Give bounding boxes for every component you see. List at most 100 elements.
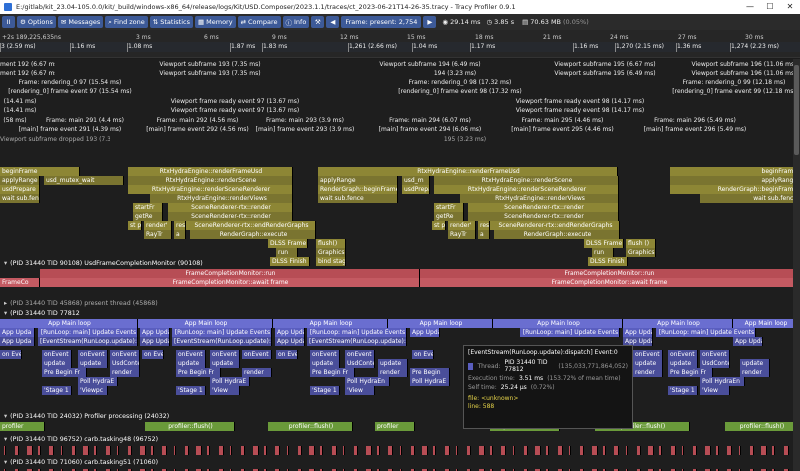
zone[interactable]: onEvent xyxy=(110,350,140,359)
frame-span[interactable]: Viewport subframe 193 (7.35 ms) xyxy=(120,69,300,78)
zone[interactable]: update xyxy=(210,359,240,368)
task-zone[interactable] xyxy=(489,446,493,455)
zone[interactable]: RtxHydraEngine::renderSceneRenderer xyxy=(128,185,293,194)
task-zone[interactable] xyxy=(410,446,415,455)
zone[interactable]: run xyxy=(276,248,298,257)
zone[interactable]: update xyxy=(378,359,408,368)
vertical-scrollbar[interactable] xyxy=(793,59,800,471)
zone[interactable]: usd_mutex_wait xyxy=(44,176,124,185)
task-zone[interactable] xyxy=(207,446,211,455)
zone[interactable]: onEvent xyxy=(345,350,375,359)
frame-span[interactable]: ment 192 (6.67 ms) xyxy=(0,69,55,78)
thread-header[interactable]: ▾ (PID 31440 TID 71060) carb.tasking51 (7… xyxy=(0,458,800,468)
frame-span[interactable]: Viewport subframe 196 (11.06 ms) xyxy=(690,60,798,69)
zone[interactable]: App Main loop xyxy=(273,319,388,328)
zone[interactable]: App Upda xyxy=(410,328,440,337)
frame-marker[interactable]: 3 (2.59 ms) xyxy=(0,43,38,52)
compare-button[interactable]: ⇄ Compare xyxy=(237,16,281,28)
task-zone[interactable] xyxy=(26,446,33,455)
task-zone[interactable] xyxy=(139,446,146,455)
frame-span[interactable]: [main] frame event 292 (4.56 ms) xyxy=(140,125,255,134)
zone[interactable]: FrameCompletionMonitor::await frame xyxy=(420,278,798,287)
zone[interactable]: onEvent xyxy=(633,350,663,359)
task-zone[interactable] xyxy=(580,446,585,455)
zone[interactable]: 'Stage 1 xyxy=(176,386,206,395)
zone[interactable]: wait sub.fence xyxy=(700,194,798,203)
zone[interactable]: RenderGraph::execute xyxy=(494,230,620,239)
prev-frame-button[interactable]: ◀ xyxy=(326,16,340,28)
frame-span[interactable]: [main] frame event 296 (5.49 ms) xyxy=(620,125,770,134)
close-button[interactable]: ✕ xyxy=(780,0,800,14)
zone[interactable]: SceneRenderer-rtx::endRenderGraphs xyxy=(490,221,620,230)
zone[interactable]: applyRange xyxy=(0,176,40,185)
zone[interactable]: update xyxy=(78,359,108,368)
task-zone[interactable] xyxy=(297,446,302,455)
zone[interactable]: App Main loop xyxy=(623,319,733,328)
zone[interactable]: on Eve xyxy=(0,350,22,359)
tools-button[interactable]: ⚒ xyxy=(311,16,325,28)
zone[interactable]: 'Stage 1 xyxy=(668,386,698,395)
zone[interactable]: App Main loop xyxy=(138,319,273,328)
frame-span[interactable]: Frame: main 296 (5.49 ms) xyxy=(620,116,770,125)
zone[interactable]: RtxHydraEngine::renderFrameUsd xyxy=(318,167,618,176)
zone[interactable]: on Eve xyxy=(142,350,164,359)
task-zone[interactable] xyxy=(444,446,450,455)
zone[interactable]: update xyxy=(633,359,663,368)
task-zone[interactable] xyxy=(682,446,684,455)
zone[interactable]: App Main loop xyxy=(733,319,798,328)
zone[interactable]: RtxHydraEngine::renderViews xyxy=(150,194,293,203)
task-zone[interactable] xyxy=(625,446,628,455)
zone[interactable]: profiler::flush() xyxy=(725,422,798,431)
messages-button[interactable]: ✉ Messages xyxy=(57,16,104,28)
zone[interactable]: Poll HydraEn xyxy=(345,377,390,386)
zone[interactable]: onEvent xyxy=(310,350,340,359)
zone[interactable]: App Main loop xyxy=(0,319,138,328)
zone[interactable]: profiler xyxy=(375,422,415,431)
frame-span[interactable]: Frame: rendering_0 97 (15.54 ms) xyxy=(0,78,140,87)
zone[interactable]: App Upda xyxy=(623,328,653,337)
frame-marker[interactable]: 1.16 ms xyxy=(70,43,125,52)
zone[interactable]: FrameCompletionMonitor::await frame xyxy=(40,278,420,287)
zone[interactable]: flush () xyxy=(626,239,656,248)
zone[interactable]: RayTr xyxy=(448,230,476,239)
zone[interactable]: usdPrepare xyxy=(402,185,430,194)
task-zone[interactable] xyxy=(275,446,281,455)
zone[interactable]: Pre Begin Fr xyxy=(176,368,221,377)
task-zone[interactable] xyxy=(49,446,55,455)
task-zone[interactable] xyxy=(94,446,98,455)
zone[interactable]: App Upda xyxy=(275,328,305,337)
frame-span[interactable]: Frame: main 292 (4.56 ms) xyxy=(140,116,255,125)
task-zone[interactable] xyxy=(83,446,90,455)
zone[interactable]: RtxHydraEngine::renderViews xyxy=(460,194,619,203)
zone[interactable]: profiler xyxy=(0,422,45,431)
frame-span[interactable]: [rendering_0] frame event 97 (15.54 ms) xyxy=(0,87,140,96)
zone[interactable]: Graphics xyxy=(316,248,346,257)
frame-span[interactable]: Viewport subframe 196 (11.06 ms) xyxy=(690,69,798,78)
zone[interactable]: RtxHydraEngine::renderSceneRenderer xyxy=(434,185,619,194)
zone[interactable]: usd_m xyxy=(402,176,430,185)
zone[interactable]: resi xyxy=(478,221,490,230)
zone[interactable]: st p xyxy=(432,221,446,230)
frame-span[interactable]: Frame: main 291 (4.4 ms) xyxy=(30,116,140,125)
task-zone[interactable] xyxy=(4,446,6,455)
frame-span[interactable]: Viewport frame ready event 97 (13.67 ms) xyxy=(110,97,360,106)
zone[interactable]: [RunLoop: main] Update Events xyxy=(307,328,407,337)
task-zone[interactable] xyxy=(37,446,41,455)
frame-span[interactable]: ment 192 (6.67 ms) xyxy=(0,60,55,69)
zone[interactable]: 'View xyxy=(345,386,375,395)
zone[interactable]: onEvent xyxy=(668,350,698,359)
task-zone[interactable] xyxy=(614,446,620,455)
frame-span[interactable]: 194 (3.23 ms) xyxy=(420,69,490,78)
task-zone[interactable] xyxy=(241,446,246,455)
frame-span[interactable]: Frame: rendering_0 99 (12.18 ms) xyxy=(670,78,798,87)
zone[interactable]: render' xyxy=(448,221,476,230)
frame-span[interactable]: Frame: main 295 (4.46 ms) xyxy=(505,116,620,125)
thread-header[interactable]: ▾ (PID 31440 TID 24032) Profiler processi… xyxy=(0,412,800,422)
task-zone[interactable] xyxy=(648,446,655,455)
frame-span[interactable]: Viewport frame ready event 97 (13.67 ms) xyxy=(110,106,360,115)
task-zone[interactable] xyxy=(173,446,176,455)
task-zone[interactable] xyxy=(670,446,676,455)
zone[interactable]: render xyxy=(633,368,663,377)
task-zone[interactable] xyxy=(376,446,380,455)
zone[interactable]: UsdContext xyxy=(110,359,140,368)
